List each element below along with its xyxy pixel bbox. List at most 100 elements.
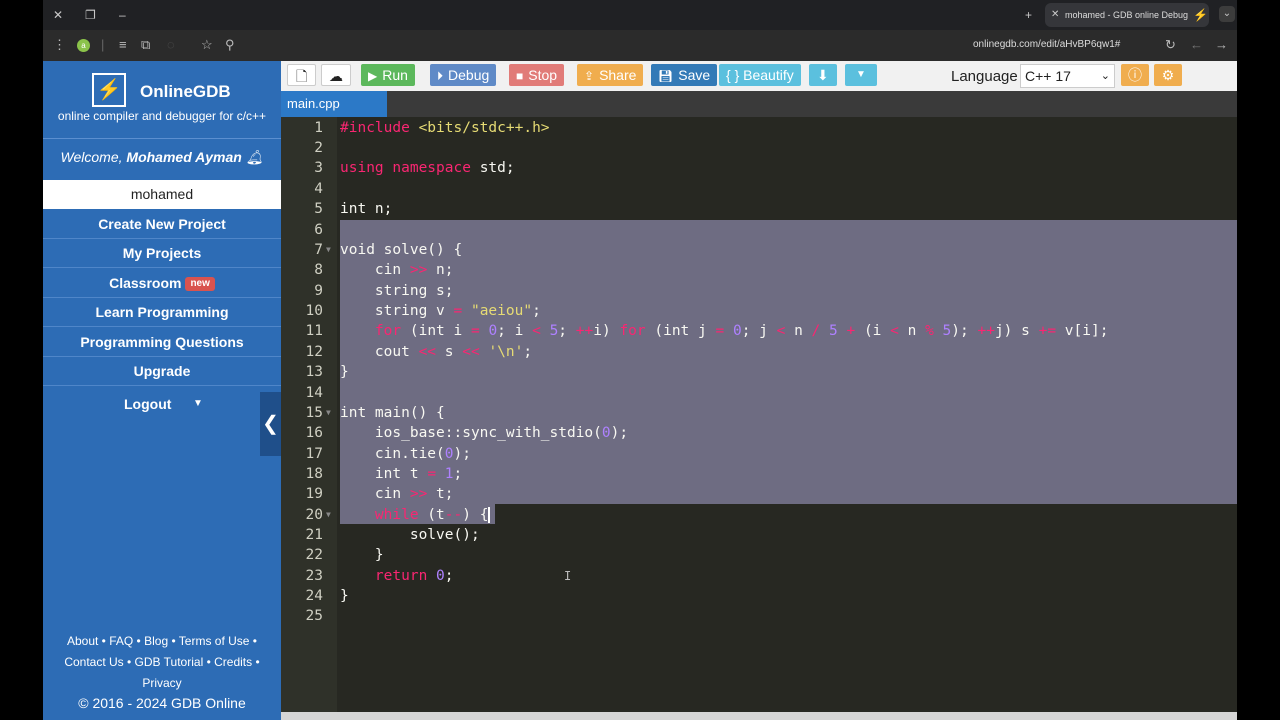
share-label: Share	[599, 67, 637, 83]
line-number: 3	[314, 160, 323, 176]
download-icon[interactable]: ⬇	[809, 64, 837, 86]
url-text[interactable]: onlinegdb.com/edit/aHvBP6qw1#	[973, 39, 1120, 50]
forward-icon[interactable]: →	[1215, 37, 1228, 53]
close-window-icon[interactable]: ✕	[53, 7, 63, 23]
text-cursor-ibeam-icon: I	[564, 569, 572, 583]
close-tab-icon[interactable]: ✕	[1051, 3, 1059, 27]
footer-link-faq[interactable]: FAQ	[109, 634, 133, 648]
upload-cloud-icon[interactable]: ☁	[321, 64, 351, 86]
save-button[interactable]: 💾︎ Save	[651, 64, 718, 86]
save-label: Save	[678, 67, 711, 83]
footer-link-about[interactable]: About	[67, 634, 98, 648]
code-editor[interactable]: 1 2 3 4 5 6 7 8 9 10 11 12 13 14 15 16 1…	[281, 117, 1237, 712]
code-line: for (int i = 0; i < 5; ++i) for (int j =…	[374, 323, 1109, 339]
beautify-button[interactable]: { } Beautify	[719, 64, 801, 86]
code-line: string s;	[340, 283, 454, 299]
info-icon[interactable]: ⓘ	[1121, 64, 1149, 86]
code-line: int t = 1;	[340, 466, 463, 482]
welcome-user: Mohamed Ayman	[126, 149, 242, 165]
code-line: solve();	[340, 527, 480, 543]
code-line: cout << s << '\n';	[340, 344, 533, 360]
line-number: 7	[314, 242, 323, 258]
language-value: C++ 17	[1025, 68, 1071, 84]
restore-window-icon[interactable]: ❐	[85, 7, 96, 23]
fold-arrow-icon[interactable]: ▼	[326, 505, 331, 525]
code-line: int n;	[340, 201, 393, 217]
footer-link-privacy[interactable]: Privacy	[142, 676, 181, 690]
user-project-box[interactable]: mohamed	[43, 180, 281, 209]
sidebar-item-learn-programming[interactable]: Learn Programming	[43, 298, 281, 327]
footer-link-terms[interactable]: Terms of Use	[179, 634, 250, 648]
caret-down-icon[interactable]: ▼	[193, 389, 203, 419]
brand-name[interactable]: OnlineGDB	[140, 82, 231, 102]
text-cursor	[488, 507, 491, 523]
zoom-search-icon[interactable]: ⚲	[225, 37, 235, 53]
new-file-icon[interactable]: 🗋︎	[287, 64, 317, 86]
share-button[interactable]: ⇪ Share	[577, 64, 644, 86]
sidebar-item-classroom[interactable]: Classroom new	[43, 269, 281, 298]
footer-link-gdb-tutorial[interactable]: GDB Tutorial	[135, 655, 204, 669]
browser-window: ✕ ❐ – + ✕ mohamed - GDB online Debug ⚡ ⌄…	[43, 0, 1237, 720]
minimize-window-icon[interactable]: –	[119, 7, 126, 23]
run-button[interactable]: ▶ Run	[361, 64, 415, 86]
line-number: 2	[314, 140, 323, 156]
new-badge: new	[185, 277, 215, 292]
extensions-icon[interactable]: ⧉	[141, 37, 150, 53]
file-tab-bar: main.cpp	[281, 91, 1237, 117]
notification-bell-icon[interactable]: 🔔︎	[246, 149, 264, 165]
sidebar-item-my-projects[interactable]: My Projects	[43, 239, 281, 268]
browser-tab[interactable]: ✕ mohamed - GDB online Debug	[1045, 3, 1209, 27]
loading-icon: ◌	[167, 37, 175, 52]
gear-icon[interactable]: ⚙	[1154, 64, 1182, 86]
share-icon: ⇪	[584, 69, 595, 83]
sidebar-item-programming-questions[interactable]: Programming Questions	[43, 328, 281, 357]
footer-link-contact[interactable]: Contact Us	[64, 655, 123, 669]
download-dropdown-caret-icon[interactable]: ▼	[845, 64, 877, 86]
horizontal-scrollbar[interactable]	[281, 712, 1237, 720]
extension-bolt-icon[interactable]: ⚡	[1193, 7, 1208, 23]
back-icon[interactable]: ←	[1190, 37, 1203, 53]
line-number: 10	[305, 303, 323, 319]
onlinegdb-logo-bolt-icon[interactable]: ⚡	[92, 73, 126, 107]
line-number: 11	[305, 323, 323, 339]
divider	[43, 138, 281, 139]
stop-icon: ■	[516, 69, 524, 83]
debug-icon: ⏵	[437, 69, 444, 83]
tab-search-icon[interactable]: ⌄	[1219, 6, 1235, 22]
sidebar: ⚡ OnlineGDB online compiler and debugger…	[43, 61, 281, 720]
stop-button[interactable]: ■ Stop	[509, 64, 565, 86]
line-number: 1	[314, 120, 323, 136]
code-line: while (t--) {	[374, 507, 491, 523]
logout-button[interactable]: Logout ▼	[43, 389, 281, 419]
play-icon: ▶	[368, 69, 378, 83]
run-label: Run	[382, 67, 408, 83]
reload-icon[interactable]: ↻	[1165, 37, 1176, 53]
bookmark-star-icon[interactable]: ☆	[201, 37, 213, 53]
logout-label: Logout	[124, 396, 172, 412]
fold-arrow-icon[interactable]: ▼	[326, 403, 331, 423]
line-number: 14	[305, 385, 323, 401]
sidebar-item-create-new-project[interactable]: Create New Project	[43, 210, 281, 239]
language-select[interactable]: C++ 17 ⌄	[1020, 64, 1115, 88]
code-line: }	[340, 588, 349, 604]
address-bar: ⋮ a | ≡ ⧉ ◌ ☆ ⚲ onlinegdb.com/edit/aHvBP…	[43, 30, 1237, 60]
file-tab-main-cpp[interactable]: main.cpp	[281, 91, 387, 117]
menu-dots-icon[interactable]: ⋮	[53, 37, 66, 53]
code-line: int main() {	[340, 405, 445, 421]
sidebar-item-upgrade[interactable]: Upgrade	[43, 357, 281, 386]
line-gutter: 1 2 3 4 5 6 7 8 9 10 11 12 13 14 15 16 1…	[281, 117, 337, 712]
floppy-disk-icon: 💾︎	[658, 69, 674, 83]
browser-tab-title: mohamed - GDB online Debug	[1065, 10, 1189, 20]
collapse-sidebar-chevron-left-icon[interactable]: ❮	[260, 392, 281, 456]
line-number: 15	[305, 405, 323, 421]
footer-link-credits[interactable]: Credits	[214, 655, 252, 669]
reading-list-icon[interactable]: ≡	[119, 37, 127, 53]
line-number: 12	[305, 344, 323, 360]
profile-avatar-icon[interactable]: a	[77, 39, 90, 52]
debug-button[interactable]: ⏵ Debug	[430, 64, 497, 86]
code-line: cin >> t;	[340, 486, 454, 502]
new-tab-icon[interactable]: +	[1025, 7, 1032, 23]
footer-link-blog[interactable]: Blog	[144, 634, 168, 648]
fold-arrow-icon[interactable]: ▼	[326, 240, 331, 260]
line-number: 19	[305, 486, 323, 502]
